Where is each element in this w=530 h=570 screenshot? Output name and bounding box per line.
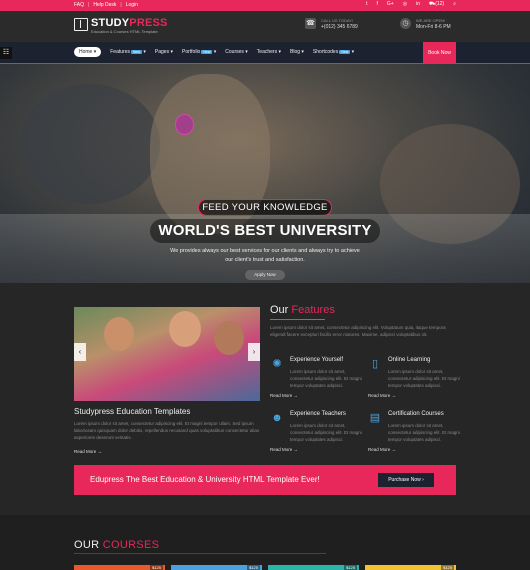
divider: | <box>88 2 90 8</box>
course-thumbnail[interactable]: $125 <box>365 565 456 570</box>
new-badge: New <box>201 50 213 54</box>
top-bar: FAQ | Help Desk | Login t f G+ ◎ in ⛟(12… <box>0 0 530 11</box>
feature-text: Lorem ipsum dolor sit amet, consectetur … <box>290 423 362 442</box>
hero-description: We provides always our best services for… <box>170 248 360 263</box>
features-heading: Our Features <box>270 304 335 316</box>
feature-read-more-link[interactable]: Read More → <box>270 393 298 398</box>
cta-banner: Edupress The Best Education & University… <box>74 465 456 495</box>
certificate-icon: ▤ <box>369 412 381 424</box>
course-price: $125 <box>441 565 454 570</box>
features-intro: Lorem ipsum dolor sit amet, consectetur … <box>270 325 446 337</box>
nav-item-courses[interactable]: Courses ▾ <box>225 49 248 55</box>
features-section: ‹ › Studypress Education Templates Lorem… <box>0 283 530 515</box>
nav-item-teachers[interactable]: Teachers ▾ <box>257 49 281 55</box>
nav-item-blog[interactable]: Blog ▾ <box>290 49 304 55</box>
feature-title: Experience Teachers <box>290 411 346 417</box>
hero-photo-shape <box>20 84 160 204</box>
hero-title: WORLD'S BEST UNIVERSITY <box>150 219 380 243</box>
login-link[interactable]: Login <box>126 2 138 8</box>
feature-read-more-link[interactable]: Read More → <box>368 393 396 398</box>
nav-item-portfolio[interactable]: Portfolio New ▾ <box>182 49 216 55</box>
social-links: t f G+ ◎ in ⛟(12) ⌕ <box>366 1 456 8</box>
logo[interactable]: STUDYPRESS Education & Courses HTML Temp… <box>74 18 168 35</box>
course-thumbnail[interactable]: $125 <box>268 565 359 570</box>
instagram-icon[interactable]: ◎ <box>403 1 407 8</box>
hero-tagline: FEED YOUR KNOWLEDGE <box>198 199 332 216</box>
new-badge: New <box>339 50 351 54</box>
course-price: $125 <box>247 565 260 570</box>
mobile-icon: ▯ <box>371 358 379 370</box>
book-now-button[interactable]: Book Now <box>423 42 456 64</box>
feature-read-more-link[interactable]: Read More → <box>270 447 298 452</box>
nav-item-pages[interactable]: Pages ▾ <box>155 49 173 55</box>
students-image: ‹ › <box>74 307 260 401</box>
slider-next-icon[interactable]: › <box>248 343 260 361</box>
course-price: $125 <box>150 565 163 570</box>
feature-title: Certification Courses <box>388 411 444 417</box>
feature-title: Online Learning <box>388 357 431 363</box>
site-header: STUDYPRESS Education & Courses HTML Temp… <box>0 11 530 42</box>
nav-item-shortcodes[interactable]: Shortcodes New ▾ <box>313 49 354 55</box>
education-text: Lorem ipsum dolor sit amet, consectetur … <box>74 421 260 440</box>
search-icon[interactable]: ⌕ <box>453 1 456 8</box>
hero-slider: FEED YOUR KNOWLEDGE WORLD'S BEST UNIVERS… <box>0 64 530 283</box>
divider: | <box>120 2 122 8</box>
course-thumbnail[interactable]: $125 <box>74 565 165 570</box>
facebook-icon[interactable]: f <box>377 1 378 8</box>
courses-heading: OUR COURSES <box>74 539 160 551</box>
main-nav: ☷ Home ▾ Features New ▾ Pages ▾ Portfolio… <box>0 42 530 64</box>
cart-count: (12) <box>435 1 445 7</box>
feature-text: Lorem ipsum dolor sit amet, consectetur … <box>290 369 362 388</box>
feature-text: Lorem ipsum dolor sit amet, consectetur … <box>388 369 460 388</box>
cta-text: Edupress The Best Education & University… <box>90 475 320 484</box>
book-icon <box>74 18 88 31</box>
nav-item-home[interactable]: Home ▾ <box>74 47 102 57</box>
faq-link[interactable]: FAQ <box>74 2 84 8</box>
chevron-right-icon: › <box>422 477 424 483</box>
twitter-icon[interactable]: t <box>366 1 367 8</box>
apply-now-button[interactable]: Apply Now <box>245 270 285 280</box>
call-info: ☎ CALL US TODAY! +(012) 345 6789 <box>305 18 358 31</box>
hours-info: ◷ WE ARE OPEN! Mon-Fri 8-6 PM <box>400 18 451 31</box>
feature-read-more-link[interactable]: Read More → <box>368 447 396 452</box>
phone-icon: ☎ <box>305 18 316 29</box>
slider-prev-icon[interactable]: ‹ <box>74 343 86 361</box>
logo-subtitle: Education & Courses HTML Template <box>91 29 158 34</box>
linkedin-icon[interactable]: in <box>416 1 420 8</box>
logo-main: STUDY <box>91 17 130 29</box>
education-title: Studypress Education Templates <box>74 407 191 416</box>
google-plus-icon[interactable]: G+ <box>387 1 394 8</box>
open-value: Mon-Fri 8-6 PM <box>416 24 451 30</box>
divider <box>74 553 326 554</box>
education-read-more-link[interactable]: Read More → <box>74 449 102 454</box>
menu-toggle-icon[interactable]: ☷ <box>0 47 12 59</box>
course-price: $125 <box>344 565 357 570</box>
logo-accent: PRESS <box>129 17 168 29</box>
lightbulb-icon: ✺ <box>272 358 282 370</box>
hero-photo-pendant <box>175 114 194 135</box>
top-links: FAQ | Help Desk | Login <box>74 2 138 8</box>
call-value: +(012) 345 6789 <box>321 24 358 30</box>
feature-title: Experience Yourself <box>290 357 344 363</box>
nav-menu: Home ▾ Features New ▾ Pages ▾ Portfolio Ne… <box>74 47 354 57</box>
nav-item-features[interactable]: Features New ▾ <box>110 49 146 55</box>
course-thumbnail[interactable]: $125 <box>171 565 262 570</box>
clock-icon: ◷ <box>400 18 411 29</box>
courses-section: OUR COURSES $125 $125 $125 $125 <box>0 515 530 570</box>
purchase-now-button[interactable]: Purchase Now › <box>378 473 434 487</box>
feature-text: Lorem ipsum dolor sit amet, consectetur … <box>388 423 460 442</box>
cart-button[interactable]: ⛟(12) <box>429 1 444 8</box>
help-desk-link[interactable]: Help Desk <box>93 2 116 8</box>
users-icon: ☻ <box>271 412 283 424</box>
divider <box>270 319 325 320</box>
new-badge: New <box>130 50 142 54</box>
